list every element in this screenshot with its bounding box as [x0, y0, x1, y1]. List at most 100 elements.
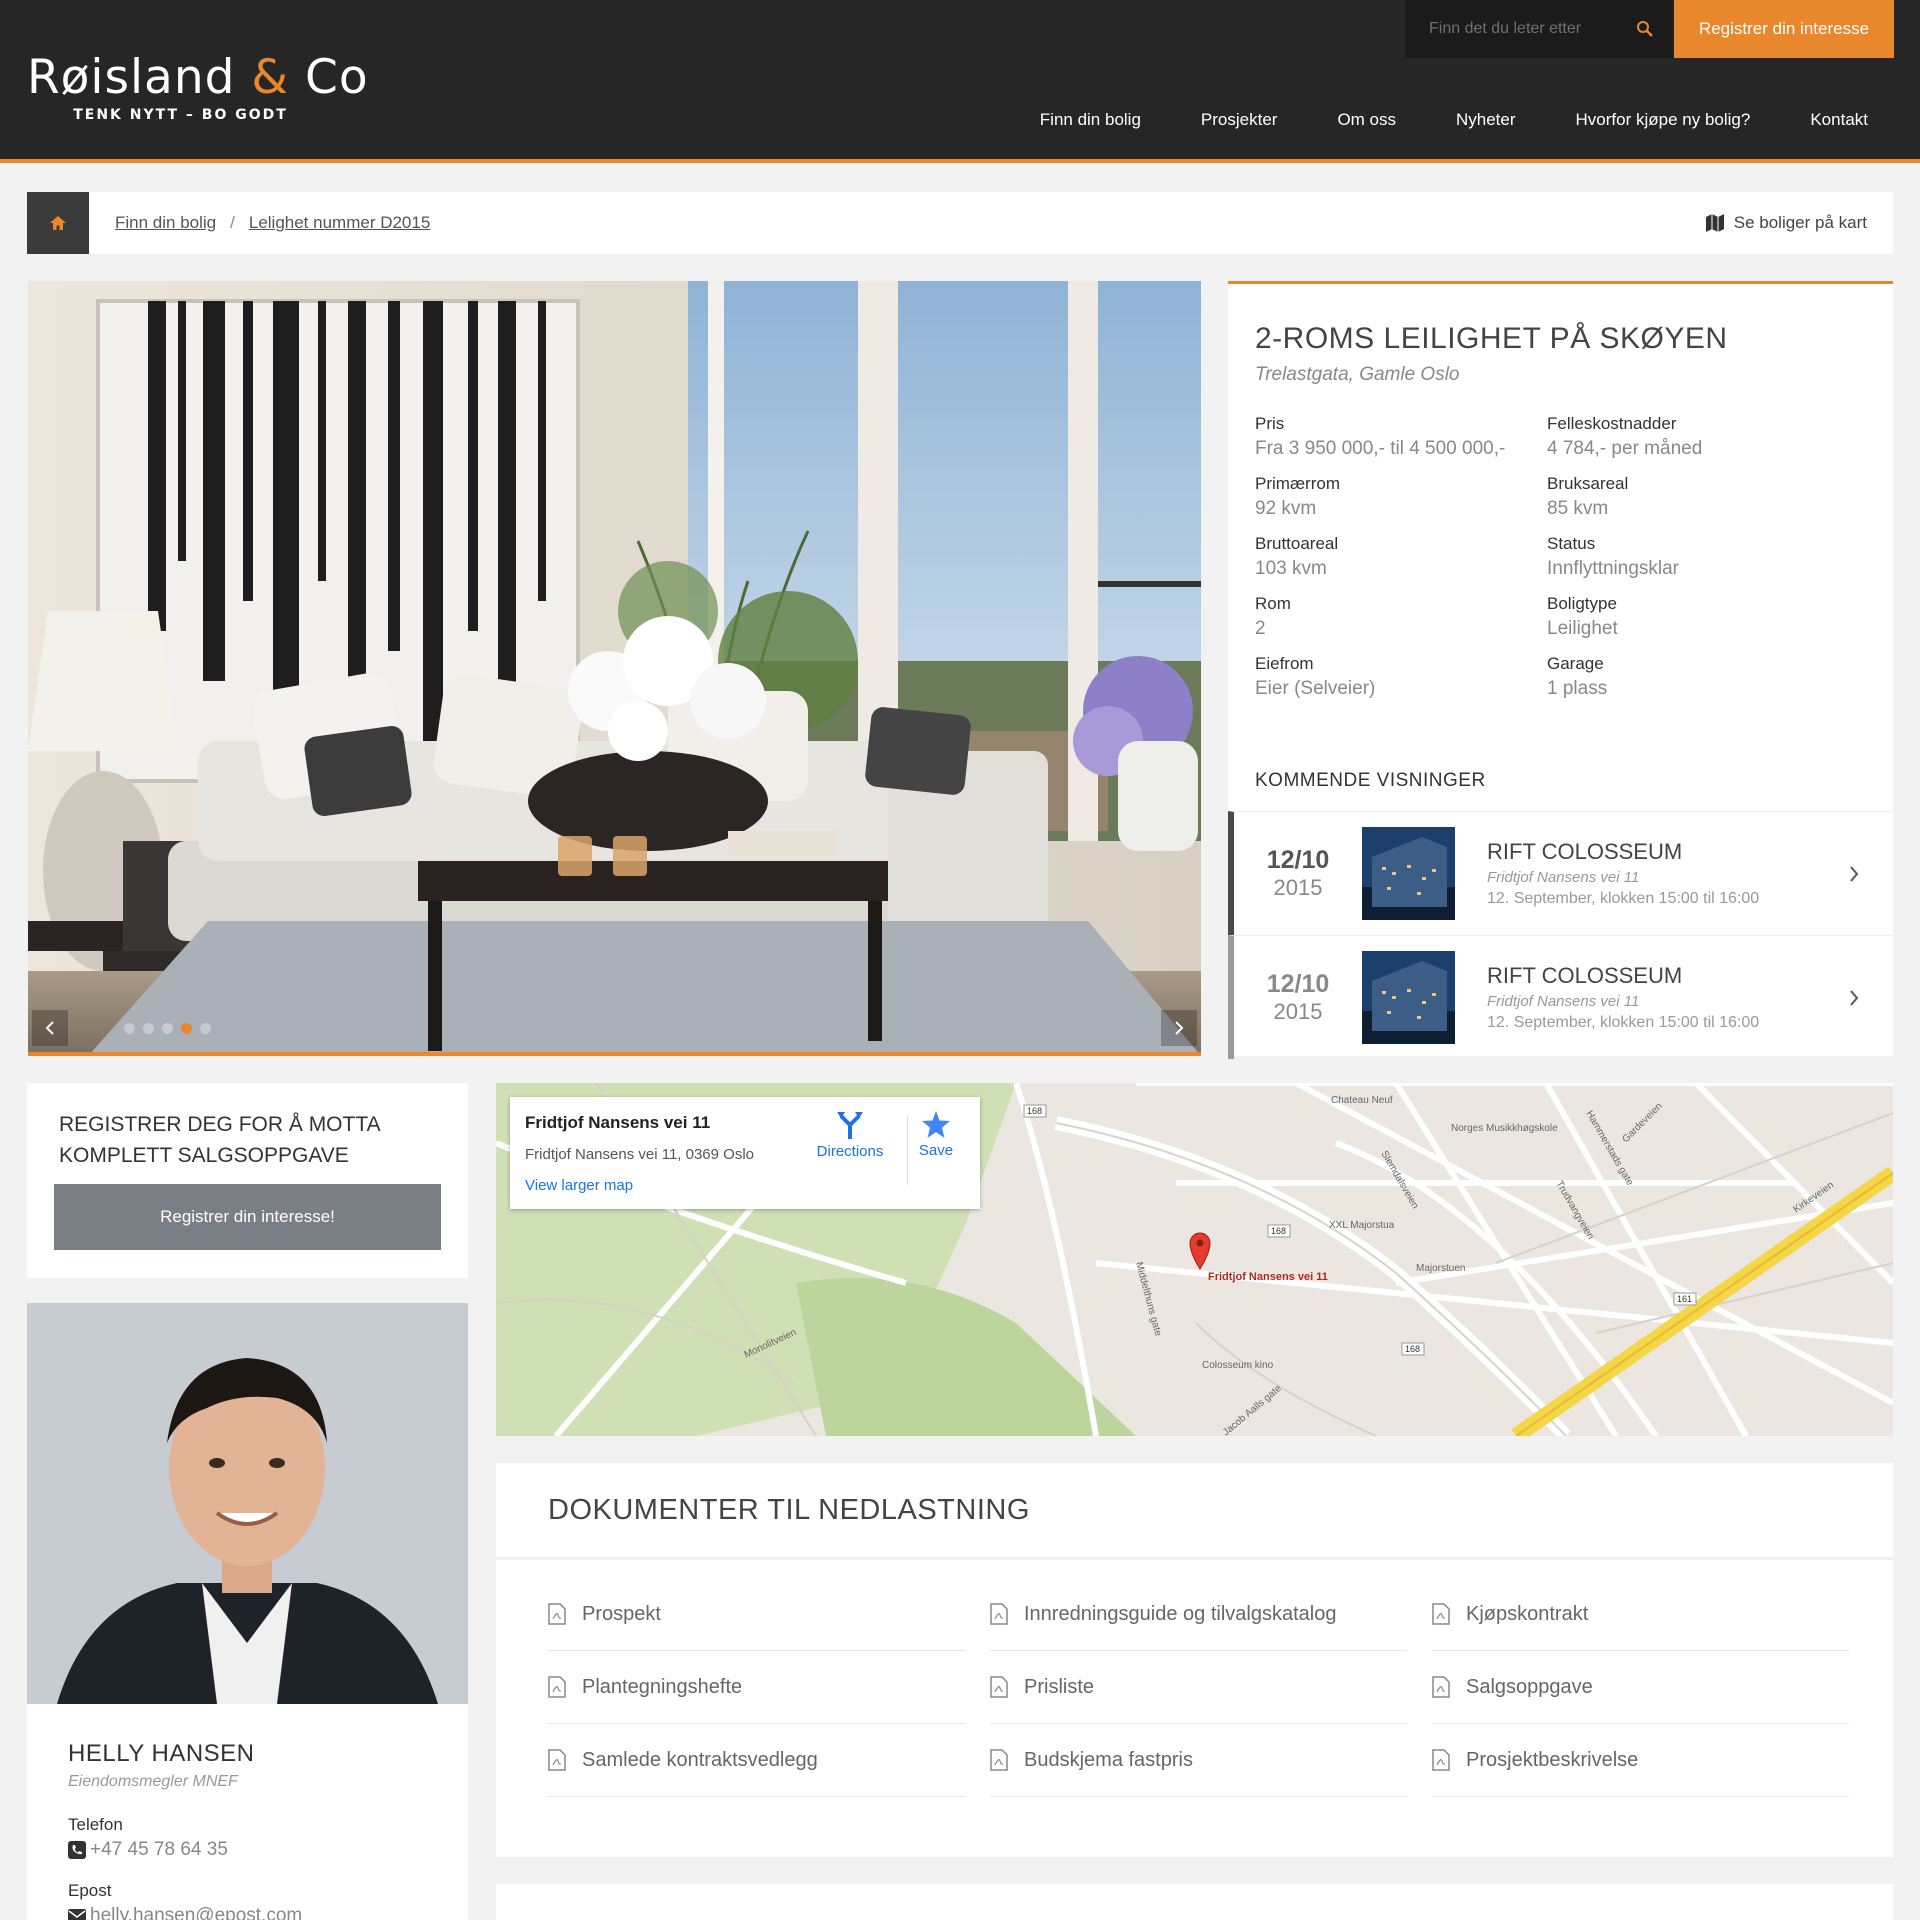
gallery-next-button[interactable]: [1161, 1010, 1197, 1046]
map-road-number: 168: [1027, 1106, 1042, 1116]
map-link-label: Se boliger på kart: [1733, 213, 1867, 232]
chevron-right-icon: [1175, 1021, 1184, 1035]
viewing-date: 12/10 2015: [1266, 846, 1330, 900]
property-title: 2-ROMS LEILIGHET PÅ SKØYEN: [1255, 322, 1728, 355]
gallery-dot-active[interactable]: [181, 1023, 192, 1034]
logo-wordmark: Røisland & Co: [27, 50, 369, 105]
pdf-file-icon: [1432, 1603, 1450, 1625]
breadcrumb-separator: /: [230, 213, 235, 232]
map-card-title: Fridtjof Nansens vei 11: [525, 1113, 711, 1132]
map-label-musikkhogskole: Norges Musikkhøgskole: [1451, 1123, 1558, 1134]
next-section-panel: [496, 1884, 1893, 1920]
fact-garage: Garage 1 plass: [1547, 654, 1608, 699]
viewing-address: Fridtjof Nansens vei 11: [1487, 869, 1640, 886]
document-link-kjopskontrakt[interactable]: Kjøpskontrakt: [1432, 1578, 1849, 1651]
photo-gallery[interactable]: [28, 281, 1201, 1056]
agent-email[interactable]: helly.hansen@epost.com: [68, 1905, 302, 1920]
pdf-file-icon: [1432, 1749, 1450, 1771]
fact-primaerrom: Primærrom 92 kvm: [1255, 474, 1340, 519]
document-link-salgsoppgave[interactable]: Salgsoppgave: [1432, 1651, 1849, 1724]
viewing-item[interactable]: 12/10 2015 RIFT COLOSSEUM Fridtjof Nanse…: [1228, 811, 1893, 935]
nav-finn-din-bolig[interactable]: Finn din bolig: [1040, 110, 1141, 130]
gallery-dot[interactable]: [162, 1023, 173, 1034]
living-room-photo: [28, 281, 1201, 1052]
nav-om-oss[interactable]: Om oss: [1337, 110, 1396, 130]
map-icon: [1705, 214, 1724, 232]
map-label-majorstuen: Majorstuen: [1416, 1263, 1465, 1274]
phone-icon: [68, 1841, 86, 1859]
map-pin-label: Fridtjof Nansens vei 11: [1208, 1271, 1328, 1283]
document-link-prospekt[interactable]: Prospekt: [548, 1578, 965, 1651]
property-facts: Pris Fra 3 950 000,- til 4 500 000,- Fell…: [1255, 414, 1875, 700]
viewing-title: RIFT COLOSSEUM: [1487, 839, 1683, 864]
pdf-file-icon: [548, 1749, 566, 1771]
document-link-budskjema[interactable]: Budskjema fastpris: [990, 1724, 1407, 1797]
agent-role: Eiendomsmegler MNEF: [68, 1773, 238, 1790]
register-box-title: REGISTRER DEG FOR Å MOTTA KOMPLETT SALGS…: [59, 1113, 380, 1167]
agent-phone-label: Telefon: [68, 1815, 123, 1834]
viewing-details: RIFT COLOSSEUM Fridtjof Nansens vei 11 1…: [1487, 963, 1759, 1032]
map-label-colosseum-kino: Colosseum kino: [1202, 1360, 1274, 1371]
gallery-prev-button[interactable]: [32, 1010, 68, 1046]
pdf-file-icon: [990, 1603, 1008, 1625]
breadcrumb-item-current[interactable]: Lelighet nummer D2015: [249, 213, 430, 233]
nav-kontakt[interactable]: Kontakt: [1810, 110, 1868, 130]
register-interest-button[interactable]: Registrer din interesse: [1674, 0, 1894, 58]
home-button[interactable]: [27, 192, 89, 254]
gallery-dot[interactable]: [124, 1023, 135, 1034]
register-box: REGISTRER DEG FOR Å MOTTA KOMPLETT SALGS…: [27, 1083, 468, 1278]
fact-status: Status Innflyttningsklar: [1547, 534, 1680, 579]
pdf-file-icon: [990, 1749, 1008, 1771]
nav-prosjekter[interactable]: Prosjekter: [1201, 110, 1278, 130]
nav-hvorfor[interactable]: Hvorfor kjøpe ny bolig?: [1576, 110, 1751, 130]
fact-bruttoareal: Bruttoareal 103 kvm: [1255, 534, 1339, 579]
viewing-title: RIFT COLOSSEUM: [1487, 963, 1683, 988]
agent-email-label: Epost: [68, 1881, 112, 1900]
view-larger-map-link[interactable]: View larger map: [525, 1177, 633, 1194]
document-link-prisliste[interactable]: Prisliste: [990, 1651, 1407, 1724]
viewing-time: 12. September, klokken 15:00 til 16:00: [1487, 1014, 1760, 1031]
fact-pris: Pris Fra 3 950 000,- til 4 500 000,-: [1255, 414, 1506, 459]
document-link-prosjektbeskrivelse[interactable]: Prosjektbeskrivelse: [1432, 1724, 1849, 1797]
viewing-date: 12/10 2015: [1266, 970, 1330, 1024]
location-map[interactable]: Chateau Neuf Norges Musikkhøgskole XXL M…: [496, 1083, 1893, 1436]
document-link-plantegningshefte[interactable]: Plantegningshefte: [548, 1651, 965, 1724]
search-icon[interactable]: [1625, 20, 1665, 38]
gallery-dot[interactable]: [200, 1023, 211, 1034]
chevron-left-icon: [45, 1021, 54, 1035]
property-address: Trelastgata, Gamle Oslo: [1255, 364, 1460, 385]
viewing-time: 12. September, klokken 15:00 til 16:00: [1487, 890, 1760, 907]
directions-icon: [837, 1112, 863, 1139]
star-icon: [922, 1111, 950, 1138]
gallery-dot[interactable]: [143, 1023, 154, 1034]
agent-photo: [27, 1303, 468, 1704]
map-link[interactable]: Se boliger på kart: [1705, 213, 1867, 233]
directions-button[interactable]: Directions: [810, 1111, 890, 1160]
map-label-xxl: XXL Majorstua: [1329, 1220, 1395, 1231]
map-road-number: 168: [1405, 1344, 1420, 1354]
agent-phone[interactable]: +47 45 78 64 35: [68, 1839, 228, 1861]
logo[interactable]: Røisland & Co TENK NYTT – BO GODT: [27, 50, 369, 123]
map-road-number: 161: [1677, 1294, 1692, 1304]
fact-eieform: Eiefrom Eier (Selveier): [1255, 654, 1376, 699]
viewing-thumbnail: [1362, 951, 1455, 1044]
viewing-details: RIFT COLOSSEUM Fridtjof Nansens vei 11 1…: [1487, 839, 1759, 908]
agent-card: HELLY HANSEN Eiendomsmegler MNEF Telefon…: [27, 1303, 468, 1920]
agent-name: HELLY HANSEN: [68, 1740, 255, 1767]
map-info-card: Fridtjof Nansens vei 11 Fridtjof Nansens…: [510, 1097, 980, 1209]
pdf-file-icon: [548, 1603, 566, 1625]
search-box: [1405, 0, 1673, 58]
home-icon: [50, 216, 66, 230]
documents-list: Prospekt Innredningsguide og tilvalgskat…: [548, 1578, 1850, 1797]
viewing-item[interactable]: 12/10 2015 RIFT COLOSSEUM Fridtjof Nanse…: [1228, 935, 1893, 1059]
save-button[interactable]: Save: [906, 1111, 966, 1159]
search-input[interactable]: [1405, 0, 1625, 58]
document-link-kontraktsvedlegg[interactable]: Samlede kontraktsvedlegg: [548, 1724, 965, 1797]
register-interest-cta[interactable]: Registrer din interesse!: [54, 1184, 441, 1250]
pdf-file-icon: [990, 1676, 1008, 1698]
documents-section: DOKUMENTER TIL NEDLASTNING Prospekt Innr…: [496, 1463, 1893, 1857]
logo-tagline: TENK NYTT – BO GODT: [73, 107, 288, 123]
nav-nyheter[interactable]: Nyheter: [1456, 110, 1516, 130]
breadcrumb-item-finn-din-bolig[interactable]: Finn din bolig: [115, 213, 216, 233]
document-link-innredningsguide[interactable]: Innredningsguide og tilvalgskatalog: [990, 1578, 1407, 1651]
